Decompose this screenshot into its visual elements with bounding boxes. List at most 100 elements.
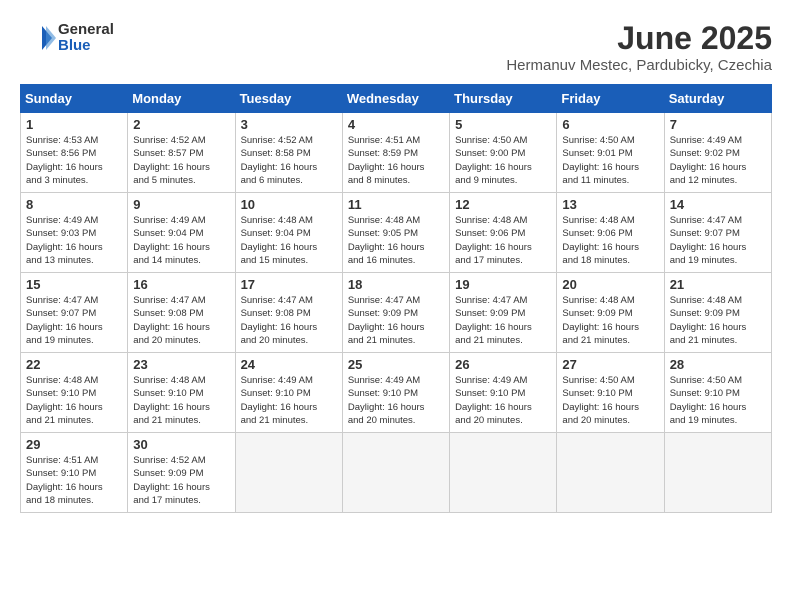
day-number: 15 xyxy=(26,277,122,292)
day-info: Sunrise: 4:48 AM Sunset: 9:09 PM Dayligh… xyxy=(562,294,658,347)
daylight-label: Daylight: 16 hours xyxy=(562,162,639,173)
calendar-cell: 19 Sunrise: 4:47 AM Sunset: 9:09 PM Dayl… xyxy=(450,273,557,353)
sunrise-label: Sunrise: 4:52 AM xyxy=(133,455,205,466)
daylight-label: Daylight: 16 hours xyxy=(348,242,425,253)
daylight-label: Daylight: 16 hours xyxy=(26,322,103,333)
daylight-minutes: and 12 minutes. xyxy=(670,175,738,186)
day-number: 22 xyxy=(26,357,122,372)
sunset-label: Sunset: 9:09 PM xyxy=(455,308,525,319)
day-number: 9 xyxy=(133,197,229,212)
logo-blue: Blue xyxy=(58,38,114,55)
sunrise-label: Sunrise: 4:52 AM xyxy=(133,135,205,146)
daylight-minutes: and 14 minutes. xyxy=(133,255,201,266)
day-info: Sunrise: 4:50 AM Sunset: 9:01 PM Dayligh… xyxy=(562,134,658,187)
logo-general: General xyxy=(58,22,114,39)
day-number: 11 xyxy=(348,197,444,212)
daylight-label: Daylight: 16 hours xyxy=(133,242,210,253)
day-number: 19 xyxy=(455,277,551,292)
calendar-cell: 17 Sunrise: 4:47 AM Sunset: 9:08 PM Dayl… xyxy=(235,273,342,353)
day-info: Sunrise: 4:47 AM Sunset: 9:09 PM Dayligh… xyxy=(455,294,551,347)
daylight-label: Daylight: 16 hours xyxy=(455,162,532,173)
sunrise-label: Sunrise: 4:49 AM xyxy=(455,375,527,386)
calendar-cell: 9 Sunrise: 4:49 AM Sunset: 9:04 PM Dayli… xyxy=(128,193,235,273)
day-info: Sunrise: 4:49 AM Sunset: 9:03 PM Dayligh… xyxy=(26,214,122,267)
day-number: 23 xyxy=(133,357,229,372)
day-info: Sunrise: 4:49 AM Sunset: 9:10 PM Dayligh… xyxy=(348,374,444,427)
day-number: 12 xyxy=(455,197,551,212)
sunrise-label: Sunrise: 4:48 AM xyxy=(455,215,527,226)
col-header-wednesday: Wednesday xyxy=(342,85,449,113)
calendar-cell: 11 Sunrise: 4:48 AM Sunset: 9:05 PM Dayl… xyxy=(342,193,449,273)
day-info: Sunrise: 4:48 AM Sunset: 9:10 PM Dayligh… xyxy=(26,374,122,427)
daylight-minutes: and 13 minutes. xyxy=(26,255,94,266)
day-info: Sunrise: 4:47 AM Sunset: 9:09 PM Dayligh… xyxy=(348,294,444,347)
col-header-tuesday: Tuesday xyxy=(235,85,342,113)
daylight-label: Daylight: 16 hours xyxy=(348,402,425,413)
sunrise-label: Sunrise: 4:48 AM xyxy=(670,295,742,306)
sunset-label: Sunset: 9:10 PM xyxy=(133,388,203,399)
day-number: 14 xyxy=(670,197,766,212)
sunset-label: Sunset: 9:06 PM xyxy=(455,228,525,239)
logo-text: General Blue xyxy=(58,22,114,55)
calendar-cell: 1 Sunrise: 4:53 AM Sunset: 8:56 PM Dayli… xyxy=(21,113,128,193)
sunset-label: Sunset: 8:59 PM xyxy=(348,148,418,159)
day-info: Sunrise: 4:48 AM Sunset: 9:04 PM Dayligh… xyxy=(241,214,337,267)
sunrise-label: Sunrise: 4:48 AM xyxy=(26,375,98,386)
daylight-label: Daylight: 16 hours xyxy=(348,322,425,333)
daylight-minutes: and 20 minutes. xyxy=(455,415,523,426)
day-info: Sunrise: 4:50 AM Sunset: 9:10 PM Dayligh… xyxy=(562,374,658,427)
sunrise-label: Sunrise: 4:49 AM xyxy=(670,135,742,146)
calendar-week-row: 1 Sunrise: 4:53 AM Sunset: 8:56 PM Dayli… xyxy=(21,113,772,193)
day-number: 3 xyxy=(241,117,337,132)
calendar-cell xyxy=(557,433,664,513)
daylight-minutes: and 8 minutes. xyxy=(348,175,410,186)
daylight-minutes: and 19 minutes. xyxy=(26,335,94,346)
sunset-label: Sunset: 9:09 PM xyxy=(562,308,632,319)
sunset-label: Sunset: 9:04 PM xyxy=(241,228,311,239)
calendar-cell: 12 Sunrise: 4:48 AM Sunset: 9:06 PM Dayl… xyxy=(450,193,557,273)
day-info: Sunrise: 4:50 AM Sunset: 9:00 PM Dayligh… xyxy=(455,134,551,187)
day-number: 18 xyxy=(348,277,444,292)
sunrise-label: Sunrise: 4:50 AM xyxy=(562,375,634,386)
calendar-cell: 16 Sunrise: 4:47 AM Sunset: 9:08 PM Dayl… xyxy=(128,273,235,353)
day-number: 6 xyxy=(562,117,658,132)
calendar-cell xyxy=(342,433,449,513)
daylight-minutes: and 9 minutes. xyxy=(455,175,517,186)
calendar-cell: 18 Sunrise: 4:47 AM Sunset: 9:09 PM Dayl… xyxy=(342,273,449,353)
day-info: Sunrise: 4:49 AM Sunset: 9:04 PM Dayligh… xyxy=(133,214,229,267)
sunset-label: Sunset: 9:08 PM xyxy=(241,308,311,319)
sunrise-label: Sunrise: 4:50 AM xyxy=(562,135,634,146)
daylight-minutes: and 17 minutes. xyxy=(133,495,201,506)
day-info: Sunrise: 4:49 AM Sunset: 9:02 PM Dayligh… xyxy=(670,134,766,187)
daylight-minutes: and 5 minutes. xyxy=(133,175,195,186)
daylight-minutes: and 18 minutes. xyxy=(26,495,94,506)
sunrise-label: Sunrise: 4:47 AM xyxy=(455,295,527,306)
sunrise-label: Sunrise: 4:49 AM xyxy=(26,215,98,226)
calendar-cell: 13 Sunrise: 4:48 AM Sunset: 9:06 PM Dayl… xyxy=(557,193,664,273)
daylight-label: Daylight: 16 hours xyxy=(26,242,103,253)
month-year: June 2025 xyxy=(506,20,772,57)
sunset-label: Sunset: 9:00 PM xyxy=(455,148,525,159)
sunset-label: Sunset: 9:10 PM xyxy=(26,468,96,479)
sunset-label: Sunset: 9:10 PM xyxy=(348,388,418,399)
sunset-label: Sunset: 9:09 PM xyxy=(133,468,203,479)
sunset-label: Sunset: 9:10 PM xyxy=(241,388,311,399)
sunset-label: Sunset: 9:09 PM xyxy=(348,308,418,319)
day-info: Sunrise: 4:48 AM Sunset: 9:05 PM Dayligh… xyxy=(348,214,444,267)
logo-container: General Blue xyxy=(20,20,114,56)
calendar-cell: 7 Sunrise: 4:49 AM Sunset: 9:02 PM Dayli… xyxy=(664,113,771,193)
daylight-label: Daylight: 16 hours xyxy=(133,162,210,173)
sunset-label: Sunset: 9:05 PM xyxy=(348,228,418,239)
sunrise-label: Sunrise: 4:47 AM xyxy=(26,295,98,306)
sunset-label: Sunset: 9:10 PM xyxy=(455,388,525,399)
calendar-cell: 21 Sunrise: 4:48 AM Sunset: 9:09 PM Dayl… xyxy=(664,273,771,353)
day-info: Sunrise: 4:48 AM Sunset: 9:06 PM Dayligh… xyxy=(562,214,658,267)
sunset-label: Sunset: 9:08 PM xyxy=(133,308,203,319)
daylight-label: Daylight: 16 hours xyxy=(562,242,639,253)
day-number: 8 xyxy=(26,197,122,212)
day-info: Sunrise: 4:49 AM Sunset: 9:10 PM Dayligh… xyxy=(241,374,337,427)
day-info: Sunrise: 4:47 AM Sunset: 9:07 PM Dayligh… xyxy=(670,214,766,267)
day-number: 30 xyxy=(133,437,229,452)
daylight-minutes: and 16 minutes. xyxy=(348,255,416,266)
daylight-minutes: and 18 minutes. xyxy=(562,255,630,266)
